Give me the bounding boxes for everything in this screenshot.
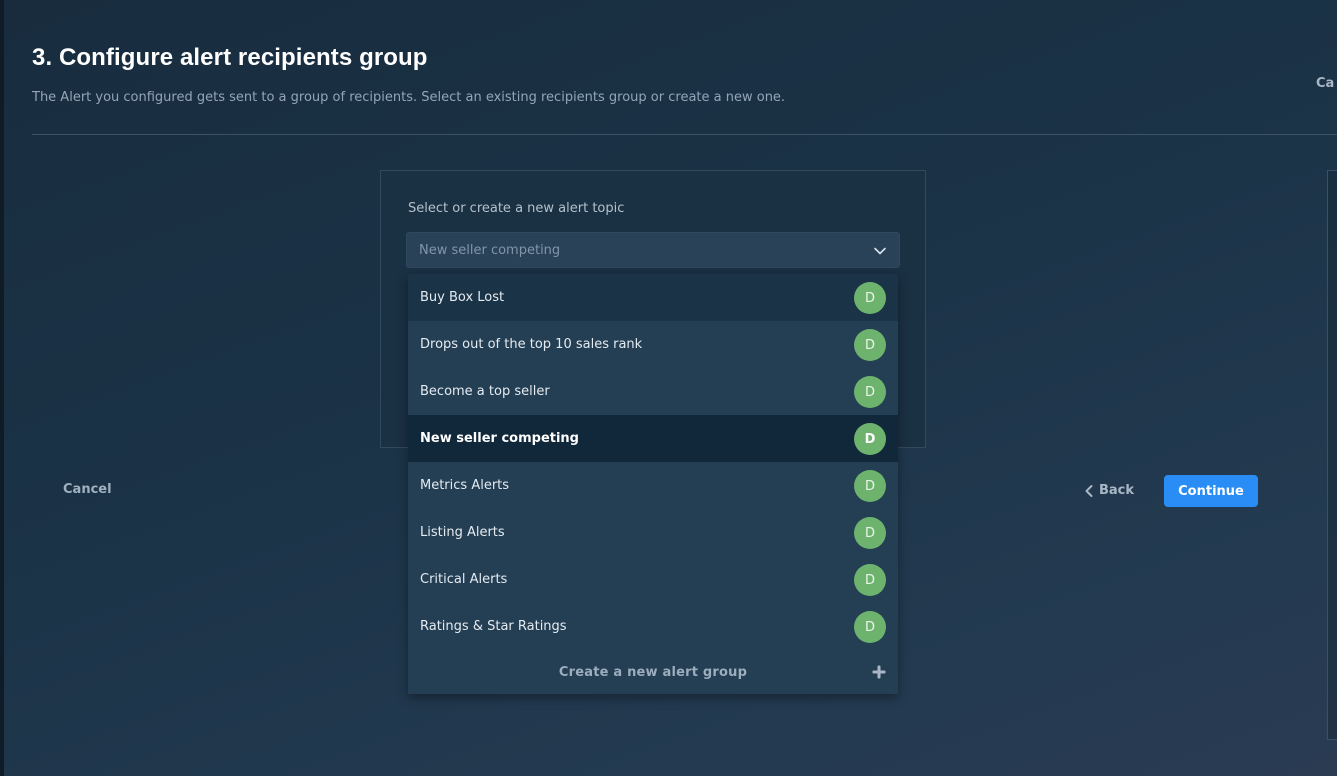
alert-topic-select[interactable]: New seller competing — [406, 232, 900, 268]
header-divider — [32, 134, 1337, 135]
dropdown-option-buy-box-lost[interactable]: Buy Box Lost D — [408, 274, 898, 321]
alert-topic-select-value: New seller competing — [419, 242, 561, 258]
right-side-panel — [1327, 170, 1337, 740]
continue-button[interactable]: Continue — [1164, 475, 1258, 507]
option-label: Drops out of the top 10 sales rank — [420, 337, 643, 352]
dropdown-option-critical-alerts[interactable]: Critical Alerts D — [408, 556, 898, 603]
avatar: D — [854, 423, 886, 455]
dropdown-option-top-seller[interactable]: Become a top seller D — [408, 368, 898, 415]
dropdown-option-top-10-sales-rank[interactable]: Drops out of the top 10 sales rank D — [408, 321, 898, 368]
back-button-label: Back — [1099, 483, 1135, 498]
alert-topic-dropdown: Buy Box Lost D Drops out of the top 10 s… — [408, 274, 898, 694]
option-label: Ratings & Star Ratings — [420, 619, 567, 634]
cut-off-action-link[interactable]: Ca — [1316, 76, 1334, 91]
option-label: Buy Box Lost — [420, 290, 505, 305]
alert-topic-label: Select or create a new alert topic — [408, 201, 625, 216]
chevron-left-icon — [1085, 484, 1093, 497]
avatar: D — [854, 517, 886, 549]
page-subtitle: The Alert you configured gets sent to a … — [32, 90, 786, 105]
left-edge-strip — [0, 0, 4, 776]
cancel-button[interactable]: Cancel — [63, 482, 112, 497]
option-label: Metrics Alerts — [420, 478, 510, 493]
avatar: D — [854, 282, 886, 314]
avatar: D — [854, 376, 886, 408]
chevron-down-icon[interactable] — [873, 244, 887, 258]
plus-icon[interactable] — [872, 665, 886, 679]
dropdown-option-ratings[interactable]: Ratings & Star Ratings D — [408, 603, 898, 650]
avatar: D — [854, 611, 886, 643]
dropdown-option-listing-alerts[interactable]: Listing Alerts D — [408, 509, 898, 556]
dropdown-option-new-seller-competing[interactable]: New seller competing D — [408, 415, 898, 462]
avatar: D — [854, 329, 886, 361]
create-alert-group-button[interactable]: Create a new alert group — [408, 650, 898, 694]
dropdown-option-metrics-alerts[interactable]: Metrics Alerts D — [408, 462, 898, 509]
page-title: 3. Configure alert recipients group — [32, 44, 428, 71]
option-label: Listing Alerts — [420, 525, 505, 540]
option-label: New seller competing — [420, 431, 579, 446]
option-label: Become a top seller — [420, 384, 550, 399]
avatar: D — [854, 564, 886, 596]
create-alert-group-label: Create a new alert group — [558, 664, 748, 680]
option-label: Critical Alerts — [420, 572, 508, 587]
avatar: D — [854, 470, 886, 502]
back-button[interactable]: Back — [1084, 483, 1134, 498]
